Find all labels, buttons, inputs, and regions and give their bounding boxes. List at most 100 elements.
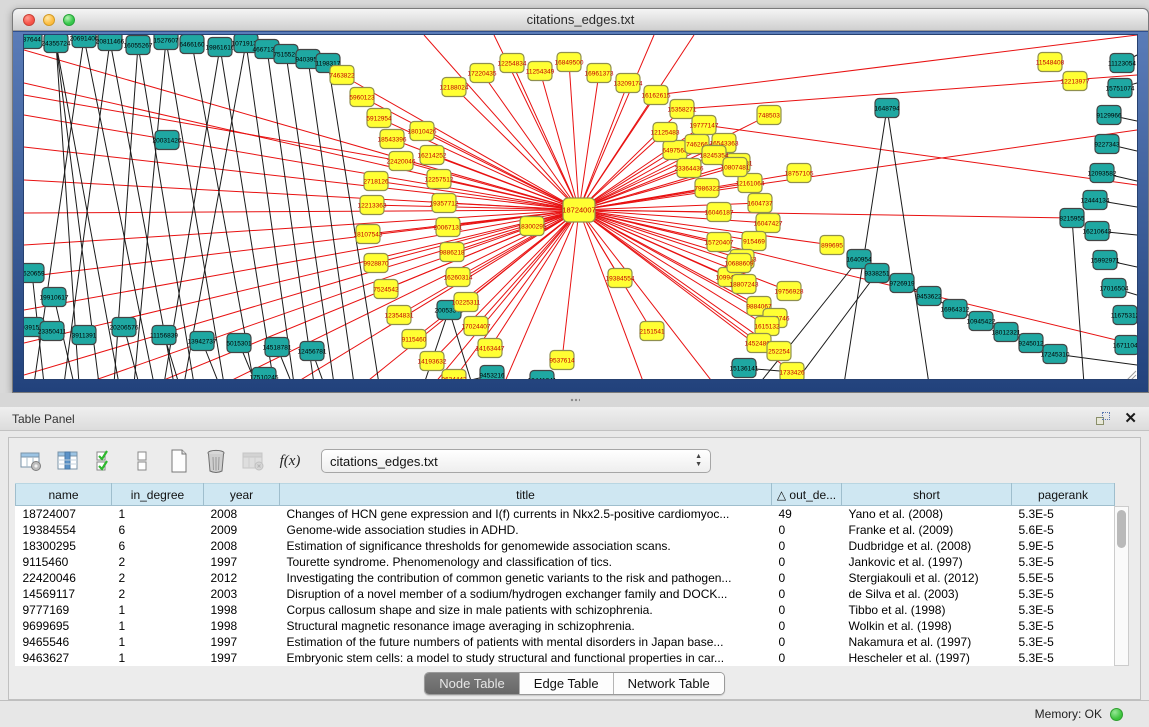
graph-node[interactable]: 7986322 [694, 179, 720, 198]
graph-node[interactable]: 5912954 [366, 109, 392, 128]
graph-node[interactable]: 11156839 [150, 326, 178, 345]
graph-node[interactable]: 16210643 [1083, 222, 1112, 241]
graph-node[interactable]: 19861616 [206, 38, 235, 57]
graph-node[interactable]: 23364436 [675, 159, 704, 178]
graph-node[interactable]: 15358271 [668, 100, 697, 119]
tab-network-table[interactable]: Network Table [614, 673, 724, 694]
graph-node[interactable]: 14193632 [418, 352, 447, 371]
graph-node[interactable]: 12213363 [358, 196, 387, 215]
graph-node[interactable]: 18012321 [992, 323, 1021, 342]
graph-node[interactable]: 2151541 [639, 322, 665, 341]
table-row[interactable]: 946362711997Embryonic stem cells: a mode… [16, 650, 1115, 666]
graph-node[interactable]: 16162615 [642, 86, 671, 105]
graph-node[interactable]: 16260314 [444, 268, 473, 287]
graph-node[interactable]: 915469 [742, 232, 766, 251]
graph-node[interactable]: 15992971 [1091, 251, 1120, 270]
graph-node[interactable]: 9886218 [439, 243, 465, 262]
close-window-button[interactable] [23, 14, 35, 26]
graph-node[interactable]: 11123054 [1108, 54, 1136, 73]
graph-node[interactable]: 10807481 [721, 158, 750, 177]
graph-node[interactable]: 20206576 [110, 318, 139, 337]
graph-node[interactable]: 12254834 [498, 54, 527, 73]
graph-node[interactable]: 3911391 [72, 326, 97, 345]
graph-node[interactable]: 9338251 [864, 264, 890, 283]
graph-node[interactable]: 10688609 [725, 254, 754, 273]
graph-node[interactable]: 2620659 [24, 264, 45, 283]
graph-node[interactable]: 17024407 [462, 317, 491, 336]
graph-node[interactable]: 15751074 [1106, 79, 1135, 98]
graph-node[interactable]: 18107543 [354, 225, 383, 244]
table-header-row[interactable]: namein_degreeyeartitle△ out_de...shortpa… [16, 484, 1115, 506]
graph-node[interactable]: 5960123 [349, 88, 375, 107]
graph-node[interactable]: 17245310 [1041, 345, 1070, 364]
graph-node[interactable]: 6466160 [179, 35, 205, 54]
table-scrollbar[interactable] [1114, 506, 1129, 666]
graph-node[interactable]: 19357712 [430, 194, 459, 213]
resize-grip-icon[interactable] [1124, 371, 1136, 380]
graph-node[interactable]: 8215955 [1059, 209, 1085, 228]
graph-node[interactable]: 15136141 [730, 359, 759, 378]
graph-node[interactable]: 20031426 [153, 131, 182, 150]
graph-node[interactable]: 18757105 [785, 164, 814, 183]
graph-node[interactable]: 12213977 [1061, 72, 1090, 91]
graph-node[interactable]: 19777147 [690, 116, 719, 135]
graph-node[interactable]: 11548408 [1036, 53, 1065, 72]
graph-node[interactable]: 11254349 [526, 62, 555, 81]
graph-node[interactable]: 748503 [757, 106, 781, 125]
graph-node[interactable]: 2718126 [363, 172, 389, 191]
graph-node[interactable]: 20067131 [434, 218, 463, 237]
graph-node[interactable]: 11675312 [1111, 306, 1137, 325]
graph-node[interactable]: 17016504 [1100, 279, 1129, 298]
delete-trash-icon[interactable] [202, 447, 230, 475]
graph-node[interactable]: 9453216 [479, 366, 505, 381]
column-header[interactable]: △ out_de... [772, 484, 842, 506]
graph-node[interactable]: 9634442 [441, 370, 467, 381]
graph-node[interactable]: 16964312 [941, 300, 970, 319]
graph-node[interactable]: 7524542 [373, 280, 399, 299]
table-row[interactable]: 2242004622012Investigating the contribut… [16, 570, 1115, 586]
graph-node[interactable]: 10441241 [528, 371, 557, 381]
graph-node[interactable]: 1527607 [153, 35, 179, 50]
graph-node[interactable]: 19756928 [775, 282, 804, 301]
function-builder-icon[interactable]: f(x) [276, 447, 304, 475]
graph-node[interactable]: 9245012 [1018, 334, 1044, 353]
graph-node[interactable]: 5015301 [226, 334, 252, 353]
column-header[interactable]: short [842, 484, 1012, 506]
table-row[interactable]: 1938455462009Genome-wide association stu… [16, 522, 1115, 538]
table-settings-icon[interactable] [17, 447, 45, 475]
graph-node[interactable]: 1648794 [874, 99, 900, 118]
network-canvas[interactable]: 9376442435572420691406208114661605526715… [23, 34, 1138, 380]
graph-node[interactable]: 18543396 [378, 130, 407, 149]
close-panel-icon[interactable]: ✕ [1124, 412, 1137, 425]
graph-node[interactable]: 9928870 [363, 254, 389, 273]
table-row[interactable]: 1830029562008Estimation of significance … [16, 538, 1115, 554]
graph-node[interactable]: 18300295 [518, 217, 547, 236]
graph-node[interactable]: 15720407 [705, 233, 734, 252]
graph-node[interactable]: 9453622 [916, 287, 942, 306]
graph-node[interactable]: 20811466 [96, 35, 125, 51]
graph-node[interactable]: 16047427 [754, 214, 783, 233]
graph-node[interactable]: 13942737 [188, 332, 217, 351]
table-row[interactable]: 977716911998Corpus callosum shape and si… [16, 602, 1115, 618]
column-header[interactable]: title [280, 484, 772, 506]
graph-node[interactable]: 19910617 [40, 288, 69, 307]
graph-node[interactable]: 22420046 [387, 152, 416, 171]
window-titlebar[interactable]: citations_edges.txt [13, 9, 1148, 31]
graph-node[interactable]: 9726919 [889, 274, 915, 293]
graph-node[interactable]: 9129966 [1096, 106, 1122, 125]
show-columns-icon[interactable] [54, 447, 82, 475]
graph-node[interactable]: 937644 [24, 35, 42, 49]
graph-node[interactable]: 12456781 [298, 342, 327, 361]
graph-node[interactable]: 9115460 [402, 330, 427, 349]
graph-node[interactable]: 19384554 [606, 269, 635, 288]
graph-node[interactable]: 20691406 [70, 35, 99, 48]
graph-node[interactable]: 16055267 [124, 36, 153, 55]
column-header[interactable]: name [16, 484, 112, 506]
graph-node[interactable]: 16711045 [1113, 336, 1137, 355]
minimize-window-button[interactable] [43, 14, 55, 26]
graph-node[interactable]: 9537614 [549, 351, 575, 370]
float-window-icon[interactable] [1096, 412, 1110, 425]
table-selector-dropdown[interactable]: citations_edges.txt ▲▼ [321, 449, 711, 473]
graph-node[interactable]: 16849500 [555, 53, 584, 72]
graph-node[interactable]: 1733426 [779, 363, 805, 381]
